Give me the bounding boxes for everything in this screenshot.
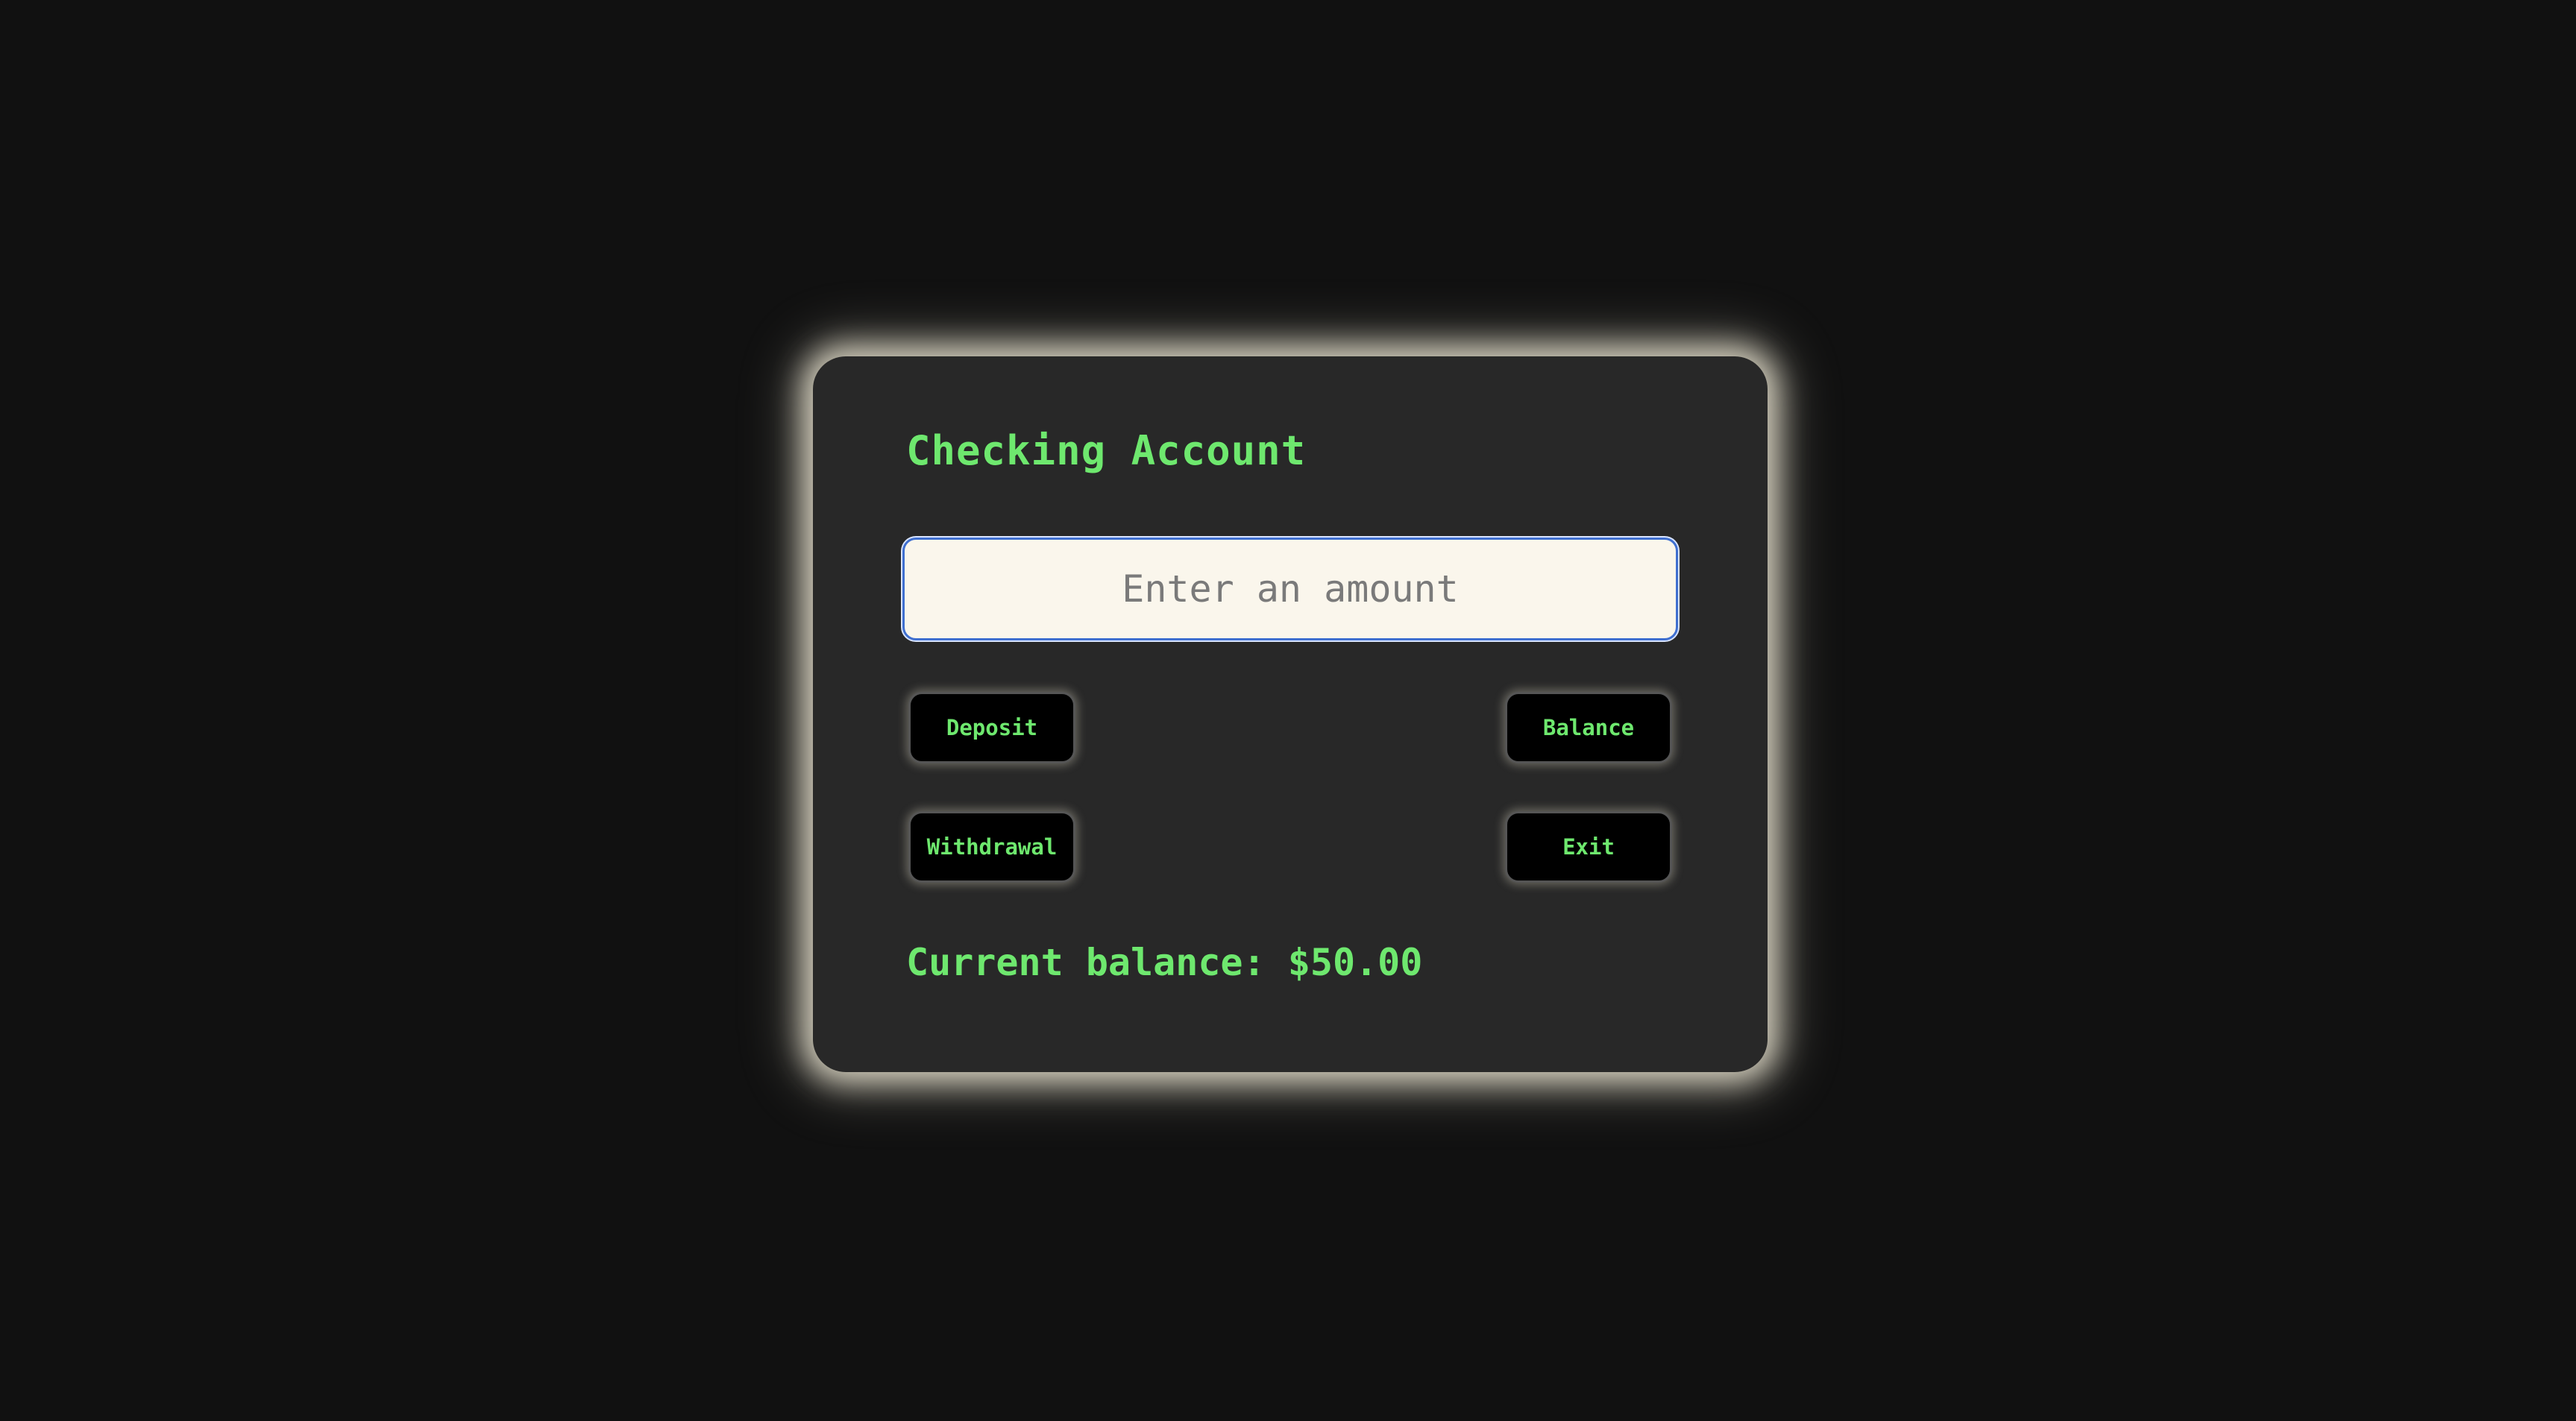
deposit-button[interactable]: Deposit xyxy=(908,692,1075,763)
checking-account-card: Checking Account Deposit Balance Withdra… xyxy=(813,356,1768,1072)
balance-button[interactable]: Balance xyxy=(1505,692,1672,763)
amount-input[interactable] xyxy=(902,538,1678,640)
account-title: Checking Account xyxy=(906,427,1307,474)
exit-button[interactable]: Exit xyxy=(1505,811,1672,883)
withdrawal-button[interactable]: Withdrawal xyxy=(908,811,1075,883)
current-balance-text: Current balance: $50.00 xyxy=(906,941,1423,984)
